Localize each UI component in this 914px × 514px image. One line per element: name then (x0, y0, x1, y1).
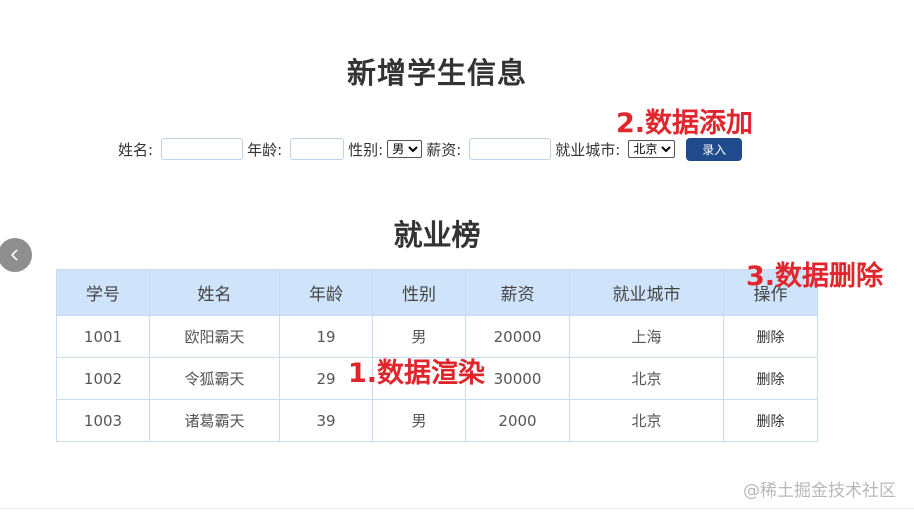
cell-city: 北京 (569, 357, 724, 400)
gender-label: 性别: (348, 140, 384, 159)
table-header-row: 学号 姓名 年龄 性别 薪资 就业城市 操作 (56, 269, 818, 316)
delete-link[interactable]: 删除 (723, 357, 818, 400)
cell-city: 上海 (569, 315, 724, 358)
cell-gender: 男 (372, 399, 466, 442)
age-label: 年龄: (247, 140, 283, 159)
table-row: 1003 诸葛霸天 39 男 2000 北京 删除 (56, 399, 818, 442)
col-header-name: 姓名 (149, 269, 280, 316)
name-input[interactable] (161, 138, 244, 160)
divider (0, 508, 914, 509)
name-label: 姓名: (118, 140, 154, 159)
age-input[interactable] (290, 138, 345, 160)
submit-button[interactable]: 录入 (686, 137, 743, 161)
salary-label: 薪资: (426, 140, 462, 159)
col-header-city: 就业城市 (569, 269, 724, 316)
gender-select[interactable]: 男 (387, 140, 423, 158)
cell-id: 1003 (56, 399, 150, 442)
col-header-id: 学号 (56, 269, 150, 316)
form-title: 新增学生信息 (346, 56, 527, 90)
col-header-age: 年龄 (279, 269, 373, 316)
city-label: 就业城市: (555, 140, 621, 159)
col-header-salary: 薪资 (465, 269, 570, 316)
delete-link[interactable]: 删除 (723, 399, 818, 442)
cell-city: 北京 (569, 399, 724, 442)
annotation-delete: 3.数据删除 (746, 261, 884, 292)
salary-input[interactable] (469, 138, 552, 160)
list-title: 就业榜 (393, 218, 481, 252)
cell-name: 欧阳霸天 (149, 315, 280, 358)
cell-age: 39 (279, 399, 373, 442)
watermark: @稀土掘金技术社区 (743, 481, 896, 501)
city-select[interactable]: 北京 (628, 140, 676, 158)
delete-link[interactable]: 删除 (723, 315, 818, 358)
col-header-gender: 性别 (372, 269, 466, 316)
chevron-left-icon (10, 249, 18, 261)
cell-name: 诸葛霸天 (149, 399, 280, 442)
back-button[interactable] (0, 238, 32, 272)
cell-id: 1002 (56, 357, 150, 400)
annotation-render: 1.数据渲染 (348, 358, 486, 389)
cell-id: 1001 (56, 315, 150, 358)
cell-salary: 2000 (465, 399, 570, 442)
annotation-add: 2.数据添加 (616, 108, 754, 139)
cell-name: 令狐霸天 (149, 357, 280, 400)
